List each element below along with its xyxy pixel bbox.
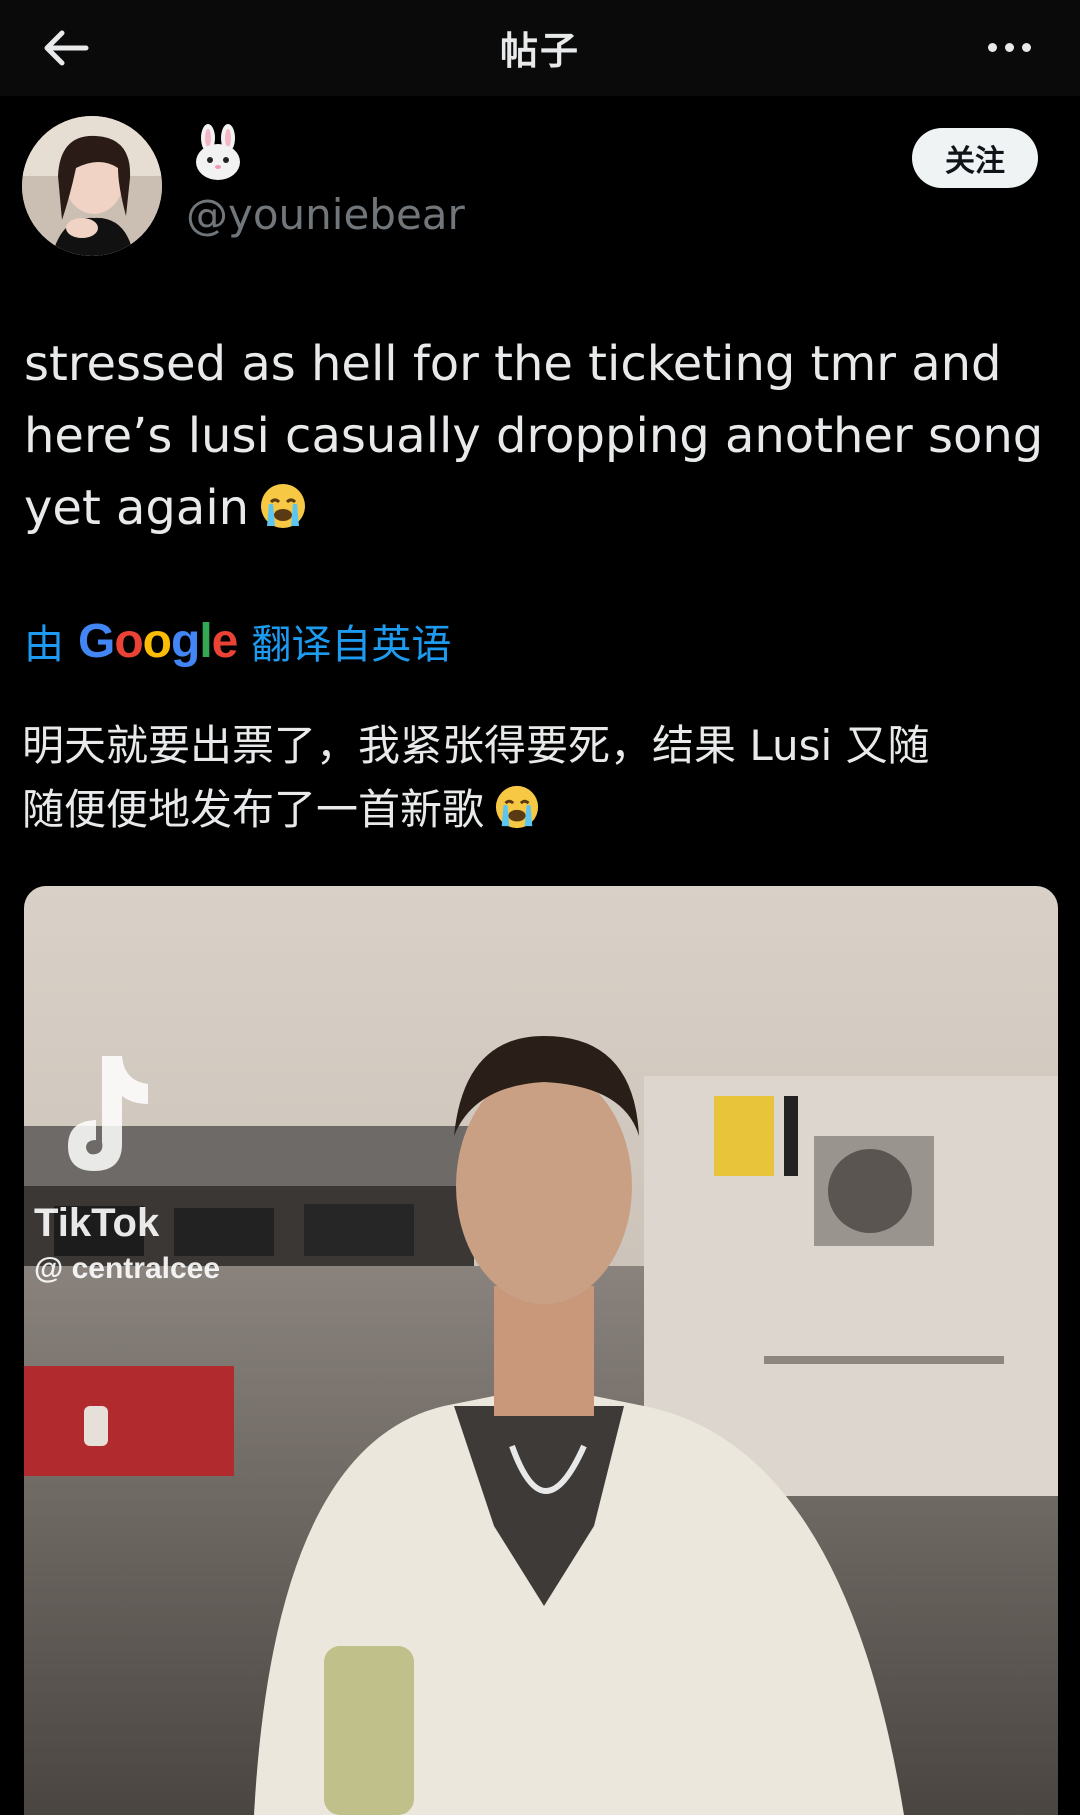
post-text-line: here’s lusi casually dropping another so… <box>24 408 1044 464</box>
translation-prefix: 由 <box>24 622 64 668</box>
svg-text:TikTok: TikTok <box>34 1201 160 1245</box>
loudly-crying-face-icon <box>495 785 539 829</box>
follow-button[interactable]: 关注 <box>912 128 1038 188</box>
loudly-crying-face-icon <box>261 484 306 528</box>
post-text-line: stressed as hell for the ticketing tmr a… <box>24 336 1002 392</box>
post-text-line: yet again <box>24 480 307 536</box>
dot-icon <box>1021 42 1031 52</box>
translated-text-line: 明天就要出票了，我紧张得要死，结果 Lusi 又随 <box>22 721 930 770</box>
more-options-button[interactable] <box>974 22 1044 72</box>
translation-link[interactable]: 由 Google 翻译自英语 <box>24 612 451 670</box>
dot-icon <box>1004 42 1014 52</box>
dot-icon <box>987 42 997 52</box>
avatar[interactable] <box>22 116 162 256</box>
rabbit-face-icon <box>196 124 240 180</box>
author-handle[interactable]: @youniebear <box>186 190 465 239</box>
translated-text-fragment: 随便便地发布了一首新歌 <box>22 785 485 834</box>
translation-suffix: 翻译自英语 <box>251 622 452 668</box>
post-text-fragment: yet again <box>24 480 250 536</box>
page-title: 帖子 <box>499 29 580 73</box>
translated-text-line: 随便便地发布了一首新歌 <box>22 776 540 837</box>
svg-text:@ centralcee: @ centralcee <box>34 1252 220 1285</box>
google-logo: Google <box>78 614 238 668</box>
top-bar: 帖子 <box>0 0 1080 96</box>
post-video-media[interactable]: TikTok @ centralcee <box>24 886 1058 1815</box>
video-frame: TikTok @ centralcee <box>24 886 1058 1815</box>
avatar-image <box>22 116 162 256</box>
